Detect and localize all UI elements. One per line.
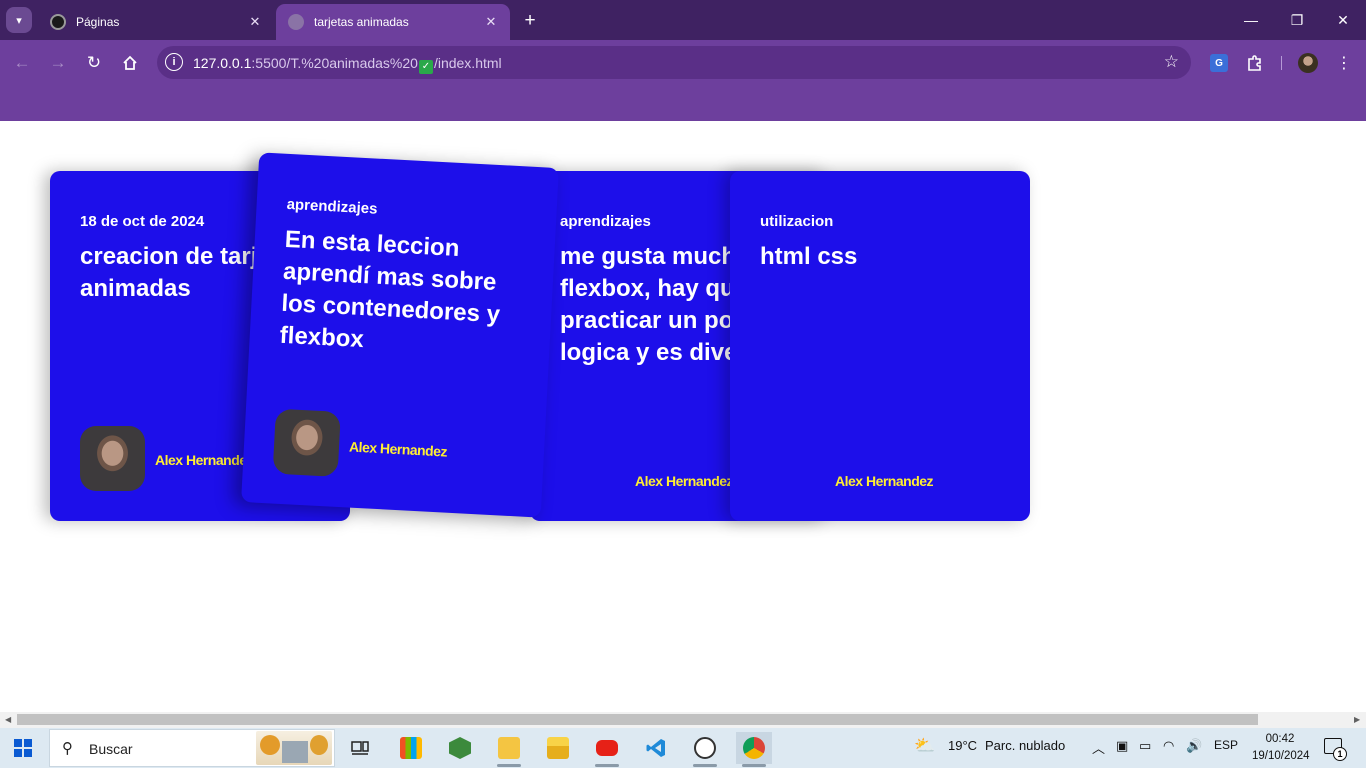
battery-icon[interactable]: ▭ <box>1139 738 1151 754</box>
store-icon[interactable] <box>393 732 429 764</box>
taskbar-search[interactable]: ⚲ Buscar <box>49 729 335 767</box>
chatgpt-icon[interactable] <box>687 732 723 767</box>
tab-search-button[interactable]: ▾ <box>6 7 32 33</box>
menu-kebab-icon[interactable]: ⋮ <box>1332 51 1356 75</box>
chevron-down-icon: ▾ <box>16 14 22 27</box>
page-content: 18 de oct de 2024 creacion de tarjetas a… <box>0 121 1366 712</box>
globe-icon <box>288 14 304 30</box>
card-tag: aprendizajes <box>560 213 651 230</box>
extensions-puzzle-icon[interactable] <box>1243 51 1267 75</box>
profile-avatar[interactable] <box>1298 53 1318 73</box>
card-4[interactable]: utilizacion html css Alex Hernandez <box>730 171 1030 521</box>
youtube-icon[interactable] <box>589 732 625 767</box>
chrome-icon[interactable] <box>736 732 772 767</box>
check-emoji-icon: ✓ <box>418 60 433 74</box>
search-icon: ⚲ <box>62 740 73 757</box>
tab-close-button[interactable]: ✕ <box>246 13 264 31</box>
minimize-button[interactable]: — <box>1241 10 1261 30</box>
arrow-right-icon: → <box>49 53 67 72</box>
forward-button[interactable]: → <box>46 51 70 75</box>
scroll-left-icon[interactable]: ◀ <box>5 715 11 724</box>
address-bar[interactable]: i 127.0.0.1:5500/T.%20animadas%20 ✓/index… <box>157 46 1191 79</box>
scroll-right-icon[interactable]: ▶ <box>1354 715 1360 724</box>
card-text: html css <box>760 243 858 270</box>
reload-button[interactable]: ↻ <box>82 51 106 75</box>
weather-cloud-sun-icon[interactable]: ⛅ <box>914 736 935 756</box>
toolbar-separator <box>1281 56 1282 70</box>
card-date: 18 de oct de 2024 <box>80 213 205 230</box>
home-button[interactable] <box>118 51 142 75</box>
card-2[interactable]: aprendizajes En esta leccion aprendí mas… <box>241 152 559 518</box>
tab-title: tarjetas animadas <box>314 15 409 29</box>
translate-icon[interactable]: G <box>1210 54 1228 72</box>
horizontal-scrollbar[interactable]: ◀ ▶ <box>0 712 1366 728</box>
close-window-button[interactable]: ✕ <box>1333 10 1353 30</box>
author-avatar <box>272 408 341 477</box>
volume-icon[interactable]: 🔊 <box>1186 738 1202 754</box>
back-button[interactable]: ← <box>10 51 34 75</box>
task-view-icon[interactable] <box>342 732 378 764</box>
file-explorer-icon[interactable] <box>540 732 576 764</box>
bookmarks-bar <box>0 86 1366 121</box>
home-icon <box>123 55 137 70</box>
tab-paginas[interactable]: Páginas ✕ <box>38 4 274 40</box>
tab-tarjetas-animadas[interactable]: tarjetas animadas ✕ <box>276 4 510 40</box>
card-author: Alex Hernandez <box>348 438 448 460</box>
new-tab-button[interactable]: + <box>519 10 541 32</box>
card-author: Alex Hernandez <box>155 452 254 468</box>
card-text: En esta leccion aprendí mas sobre los co… <box>279 225 501 354</box>
bookmark-star-icon[interactable]: ☆ <box>1164 52 1179 72</box>
card-author: Alex Hernandez <box>835 473 934 489</box>
tab-strip: ▾ Páginas ✕ tarjetas animadas ✕ + — ❐ ✕ <box>0 0 1366 40</box>
weather-description[interactable]: Parc. nublado <box>985 738 1065 753</box>
scrollbar-thumb[interactable] <box>17 714 1258 725</box>
notification-count: 1 <box>1333 747 1347 761</box>
card-tag: aprendizajes <box>286 195 378 218</box>
taskbar-clock[interactable]: 00:42 19/10/2024 <box>1252 731 1310 765</box>
vscode-icon[interactable] <box>638 732 674 764</box>
search-highlight-image <box>256 731 332 765</box>
arrow-left-icon: ← <box>13 53 31 72</box>
wifi-icon[interactable]: ◠ <box>1163 738 1174 754</box>
meet-now-icon[interactable]: ▣ <box>1116 738 1128 754</box>
windows-start-icon[interactable] <box>14 739 32 757</box>
restore-button[interactable]: ❐ <box>1287 10 1307 30</box>
nodejs-icon[interactable] <box>442 732 478 764</box>
clock-time: 00:42 <box>1265 733 1295 745</box>
tab-title: Páginas <box>76 15 120 29</box>
file-explorer-user-icon[interactable] <box>491 732 527 767</box>
clock-date: 19/10/2024 <box>1252 750 1310 762</box>
url-text[interactable]: 127.0.0.1:5500/T.%20animadas%20 ✓/index.h… <box>193 55 502 74</box>
tab-close-button[interactable]: ✕ <box>482 13 500 31</box>
author-avatar <box>80 426 145 491</box>
browser-toolbar: ← → ↻ i 127.0.0.1:5500/T.%20animadas%20 ✓… <box>0 40 1366 86</box>
card-author: Alex Hernandez <box>635 473 734 489</box>
card-tag: utilizacion <box>760 213 834 230</box>
windows-taskbar: ⚲ Buscar ⛅ 19°C Parc. nublado ︿ ▣ ▭ ◠ 🔊 … <box>0 728 1366 768</box>
site-info-icon[interactable]: i <box>165 53 183 71</box>
language-indicator[interactable]: ESP <box>1214 738 1238 752</box>
chevron-up-icon[interactable]: ︿ <box>1092 738 1105 757</box>
github-icon <box>50 14 66 30</box>
search-placeholder: Buscar <box>89 741 133 757</box>
reload-icon: ↻ <box>86 53 102 72</box>
weather-temperature[interactable]: 19°C <box>948 738 977 753</box>
